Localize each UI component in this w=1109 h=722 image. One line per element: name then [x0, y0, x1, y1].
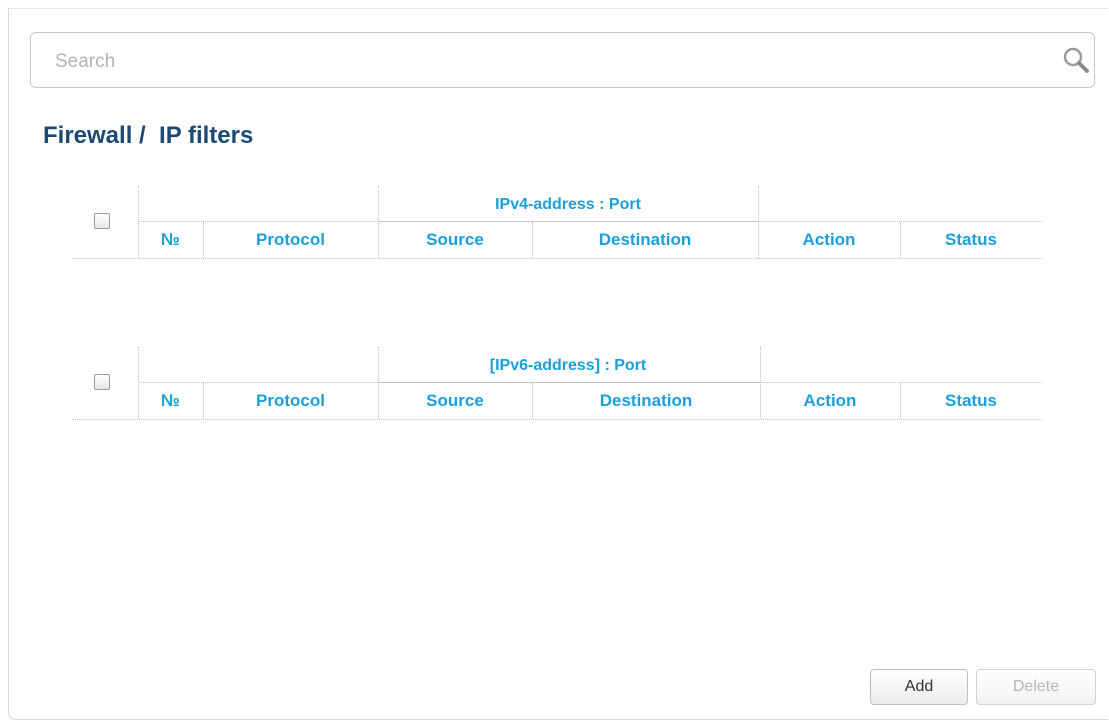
- column-header-destination[interactable]: Destination: [532, 391, 760, 411]
- add-button[interactable]: Add: [870, 669, 968, 705]
- address-group-header: IPv4-address : Port: [495, 196, 641, 213]
- ipv4-filter-table: IPv4-address : Port № Protocol Source De…: [72, 186, 1042, 266]
- header-divider: [138, 382, 1042, 383]
- search-icon[interactable]: [1061, 45, 1091, 75]
- header-bottom-line: [72, 419, 1042, 420]
- column-header-status[interactable]: Status: [900, 391, 1042, 411]
- column-header-status[interactable]: Status: [900, 230, 1042, 250]
- column-header-protocol[interactable]: Protocol: [203, 230, 378, 250]
- search-input[interactable]: [53, 47, 1017, 77]
- column-header-action[interactable]: Action: [758, 230, 900, 250]
- column-header-action[interactable]: Action: [760, 391, 900, 411]
- ipv6-filter-table: [IPv6-address] : Port № Protocol Source …: [72, 347, 1042, 427]
- select-all-checkbox[interactable]: [94, 374, 110, 390]
- column-header-number[interactable]: №: [138, 230, 203, 250]
- column-header-number[interactable]: №: [138, 391, 203, 411]
- column-header-source[interactable]: Source: [378, 391, 532, 411]
- delete-button[interactable]: Delete: [976, 669, 1096, 705]
- select-all-checkbox[interactable]: [94, 213, 110, 229]
- header-divider: [138, 221, 1042, 222]
- column-header-protocol[interactable]: Protocol: [203, 391, 378, 411]
- column-header-destination[interactable]: Destination: [532, 230, 758, 250]
- address-group-header: [IPv6-address] : Port: [489, 357, 647, 374]
- column-header-source[interactable]: Source: [378, 230, 532, 250]
- search-bar: [30, 32, 1095, 88]
- page-title: Firewall / IP filters: [43, 122, 254, 149]
- header-bottom-line: [72, 258, 1042, 259]
